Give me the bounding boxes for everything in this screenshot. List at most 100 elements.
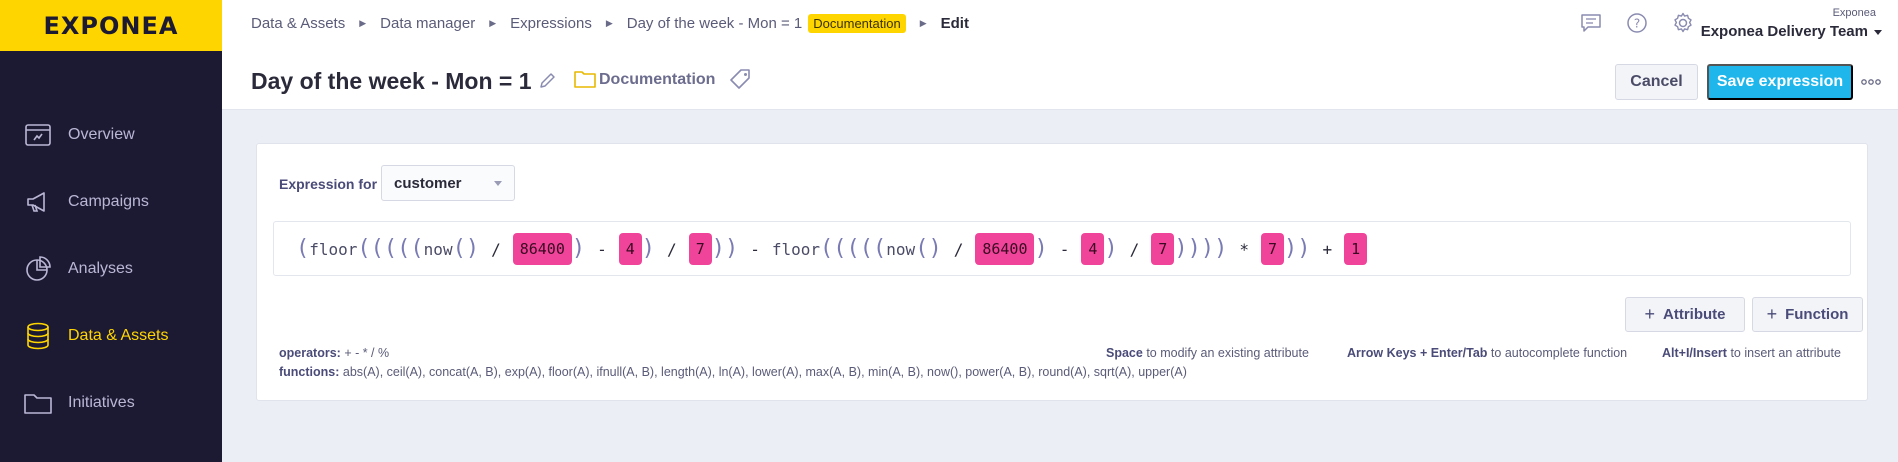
chat-icon[interactable]: [1580, 12, 1602, 34]
hint-text: to autocomplete function: [1490, 346, 1628, 360]
operators-list: + - * / %: [344, 346, 390, 360]
select-value: customer: [394, 174, 462, 192]
hint-autocomplete: Arrow Keys + Enter/Tab to autocomplete f…: [1347, 346, 1627, 360]
sidebar-item-data-assets[interactable]: Data & Assets: [0, 316, 222, 356]
operator-token: +: [1322, 239, 1333, 259]
plus-icon: +: [1644, 304, 1655, 324]
add-attribute-label: Attribute: [1663, 306, 1726, 323]
save-expression-button[interactable]: Save expression: [1707, 64, 1853, 100]
sidebar-item-analyses[interactable]: Analyses: [0, 249, 222, 289]
number-token[interactable]: 7: [1151, 233, 1175, 265]
caret-down-icon: [494, 181, 502, 186]
chevron-right-icon: ▶: [489, 18, 497, 28]
paren-token: (: [833, 236, 847, 261]
expression-editor[interactable]: (floor(((((now()/86400) -4)/7)) - floor((((…: [273, 221, 1851, 276]
number-token[interactable]: 7: [1260, 233, 1284, 265]
paren-token: ): [1104, 236, 1118, 261]
chevron-right-icon: ▶: [605, 18, 613, 28]
paren-token: ): [711, 236, 725, 261]
sidebar-item-label: Initiatives: [68, 394, 135, 411]
breadcrumb-item[interactable]: Day of the week - Mon = 1: [627, 15, 803, 32]
page-title: Day of the week - Mon = 1: [251, 68, 532, 94]
number-token[interactable]: 4: [1081, 233, 1105, 265]
caret-down-icon[interactable]: [1874, 30, 1882, 35]
paren-token: ): [571, 236, 586, 261]
paren-token: (: [397, 236, 411, 261]
operator-token: -: [750, 239, 760, 259]
help-icon[interactable]: ?: [1626, 12, 1648, 34]
hint-insert-attribute: Alt+I/Insert to insert an attribute: [1662, 346, 1841, 360]
sidebar-item-label: Data & Assets: [68, 327, 169, 344]
functions-help: functions: abs(A), ceil(A), concat(A, B)…: [279, 365, 1187, 379]
paren-token: ): [465, 236, 480, 261]
breadcrumb: Data & Assets ▶ Data manager ▶ Expressio…: [251, 14, 969, 33]
account-team-switcher[interactable]: Exponea Delivery Team: [1701, 23, 1868, 40]
function-token[interactable]: floor: [309, 240, 357, 259]
sidebar-item-label: Campaigns: [68, 193, 149, 210]
expression-for-label: Expression for: [279, 176, 378, 192]
folder-badge: Documentation: [808, 14, 906, 33]
chevron-right-icon: ▶: [919, 18, 927, 28]
paren-token: (: [846, 236, 860, 261]
operator-token: /: [953, 239, 964, 259]
chevron-right-icon: ▶: [359, 18, 367, 28]
number-token[interactable]: 86400: [975, 233, 1035, 265]
sidebar-item-overview[interactable]: Overview: [0, 115, 222, 155]
function-token[interactable]: now: [424, 240, 453, 259]
add-attribute-button[interactable]: + Attribute: [1625, 297, 1745, 332]
operators-help: operators: + - * / %: [279, 346, 389, 360]
paren-token: ): [1284, 236, 1298, 261]
megaphone-icon: [24, 188, 52, 216]
hint-key: Space: [1106, 346, 1143, 360]
folder-icon: [24, 389, 52, 417]
operator-token: -: [597, 239, 607, 259]
paren-token: ): [1214, 236, 1228, 261]
hint-modify-attribute: Space to modify an existing attribute: [1106, 346, 1309, 360]
paren-token: (: [370, 236, 384, 261]
tag-icon[interactable]: [730, 68, 752, 90]
gear-icon[interactable]: [1672, 12, 1694, 34]
paren-token: ): [928, 236, 942, 261]
paren-token: ): [1187, 236, 1201, 261]
hint-text: to modify an existing attribute: [1146, 346, 1309, 360]
paren-token: (: [357, 236, 371, 261]
functions-label: functions:: [279, 365, 340, 379]
pencil-icon[interactable]: [538, 70, 558, 90]
paren-token: ): [1034, 236, 1048, 261]
svg-text:?: ?: [1634, 17, 1640, 31]
cancel-button[interactable]: Cancel: [1615, 64, 1698, 100]
hint-text: to insert an attribute: [1730, 346, 1841, 360]
operator-token: /: [667, 239, 677, 259]
number-token[interactable]: 7: [688, 233, 712, 265]
sidebar-item-initiatives[interactable]: Initiatives: [0, 383, 222, 423]
operator-token: /: [491, 239, 501, 259]
breadcrumb-item[interactable]: Data manager: [380, 15, 475, 32]
number-token[interactable]: 4: [618, 233, 642, 265]
more-options-icon[interactable]: [1861, 72, 1881, 92]
header: Data & Assets ▶ Data manager ▶ Expressio…: [222, 0, 1898, 110]
paren-token: (: [296, 236, 310, 261]
paren-token: ): [1200, 236, 1215, 261]
hint-key: Alt+I/Insert: [1662, 346, 1727, 360]
number-token[interactable]: 86400: [512, 233, 572, 265]
operators-label: operators:: [279, 346, 341, 360]
operator-token: /: [1129, 239, 1140, 259]
plus-icon: +: [1766, 304, 1778, 324]
sidebar-item-campaigns[interactable]: Campaigns: [0, 182, 222, 222]
expression-target-select[interactable]: customer: [381, 165, 515, 201]
logo[interactable]: EXPONEA: [44, 12, 179, 40]
paren-token: (: [859, 236, 874, 261]
expression-tokens[interactable]: (floor(((((now()/86400) -4)/7)) - floor((((…: [296, 232, 1368, 266]
number-token[interactable]: 1: [1344, 233, 1368, 265]
function-token[interactable]: floor: [772, 240, 820, 259]
folder-link[interactable]: Documentation: [599, 71, 715, 89]
operator-token: *: [1239, 239, 1249, 259]
logo-bar[interactable]: EXPONEA: [0, 0, 222, 51]
breadcrumb-item[interactable]: Expressions: [510, 15, 592, 32]
breadcrumb-item[interactable]: Data & Assets: [251, 15, 345, 32]
paren-token: ): [1297, 236, 1311, 261]
function-token[interactable]: now: [886, 240, 915, 259]
functions-list: abs(A), ceil(A), concat(A, B), exp(A), f…: [342, 365, 1187, 379]
add-function-button[interactable]: + Function: [1752, 297, 1863, 332]
pie-chart-icon: [24, 255, 52, 283]
